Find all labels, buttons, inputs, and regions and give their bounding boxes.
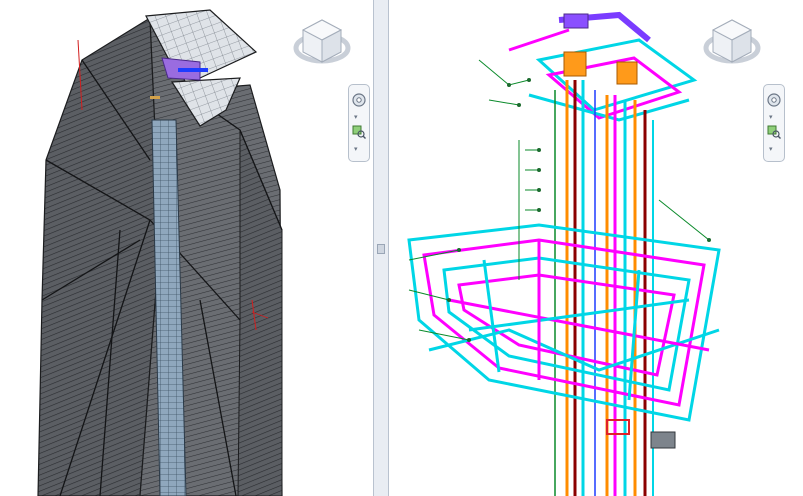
plant-room-ducts[interactable] xyxy=(508,11,698,122)
chevron-down-icon[interactable]: ▾ xyxy=(769,145,773,153)
viewcube-icon[interactable] xyxy=(703,12,761,70)
revit-workspace: ▾ ▾ ▾ ▾ xyxy=(0,0,803,496)
fan-unit[interactable] xyxy=(563,13,589,29)
facade-facet-west[interactable] xyxy=(37,16,161,496)
steering-wheel-icon[interactable] xyxy=(766,91,782,109)
left-3d-view[interactable]: ▾ ▾ xyxy=(0,0,373,496)
zoom-icon[interactable] xyxy=(766,123,782,141)
building-envelope-model[interactable] xyxy=(0,0,373,496)
chevron-down-icon[interactable]: ▾ xyxy=(354,145,358,153)
viewcube-icon[interactable] xyxy=(293,12,351,70)
view-splitter[interactable] xyxy=(373,0,389,496)
ahu-unit-2[interactable] xyxy=(616,61,638,85)
floor-distribution-ducts[interactable] xyxy=(407,223,721,422)
navigation-bar: ▾ ▾ xyxy=(348,84,370,162)
chevron-down-icon[interactable]: ▾ xyxy=(354,113,358,121)
crown-duct-blue xyxy=(178,68,208,72)
navigation-bar: ▾ ▾ xyxy=(763,84,785,162)
base-equipment[interactable] xyxy=(650,431,676,449)
mep-systems-model[interactable] xyxy=(389,0,803,496)
chevron-down-icon[interactable]: ▾ xyxy=(769,113,773,121)
zoom-icon[interactable] xyxy=(351,123,367,141)
splitter-grip[interactable] xyxy=(377,244,385,254)
crown-duct-cyan xyxy=(150,96,160,99)
steering-wheel-icon[interactable] xyxy=(351,91,367,109)
ahu-unit[interactable] xyxy=(563,51,587,77)
right-3d-view[interactable]: ▾ ▾ xyxy=(389,0,803,496)
